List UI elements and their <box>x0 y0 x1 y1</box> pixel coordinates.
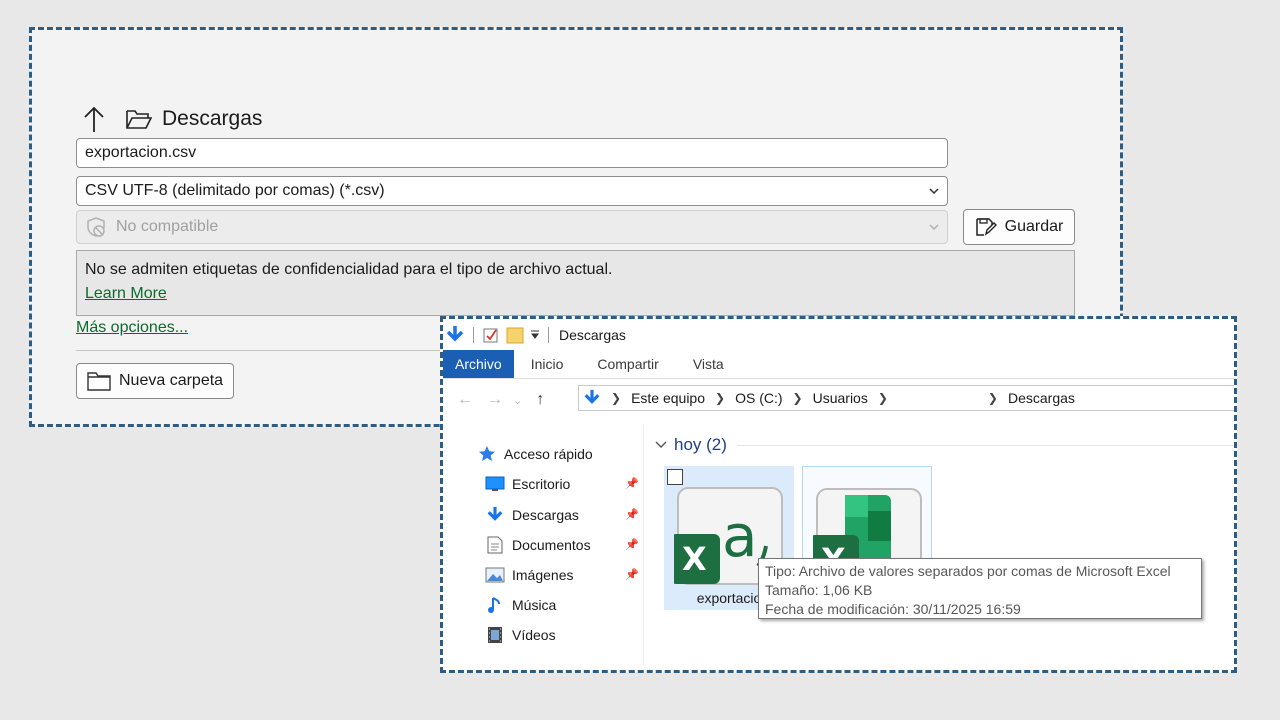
star-icon <box>477 445 497 463</box>
chevron-down-icon <box>929 188 939 194</box>
tooltip-modified: Fecha de modificación: 30/11/2025 16:59 <box>765 601 1021 617</box>
chevron-down-icon <box>929 224 939 230</box>
tooltip-size: Tamaño: 1,06 KB <box>765 582 873 598</box>
window-title: Descargas <box>559 327 626 343</box>
download-location-icon <box>584 389 600 404</box>
breadcrumb-chevron-icon: ❯ <box>715 391 726 405</box>
group-header-label: hoy (2) <box>674 435 727 454</box>
sensitivity-value: No compatible <box>116 218 219 235</box>
customize-dropdown-icon[interactable] <box>530 330 540 340</box>
back-arrow-icon[interactable]: ← <box>457 391 473 409</box>
breadcrumb-chevron-icon: ❯ <box>877 391 888 405</box>
current-folder-label: Descargas <box>162 107 263 130</box>
properties-icon[interactable] <box>482 326 500 344</box>
selection-checkbox[interactable] <box>667 469 683 485</box>
sidebar-item-label: Acceso rápido <box>504 446 593 462</box>
sidebar-item-imagenes[interactable]: Imágenes <box>485 564 573 586</box>
sensitivity-select: No compatible <box>76 210 948 244</box>
tooltip-type: Tipo: Archivo de valores separados por c… <box>765 563 1171 579</box>
svg-text:X: X <box>682 540 707 578</box>
more-options-link[interactable]: Más opciones... <box>76 319 188 337</box>
up-arrow-icon[interactable] <box>82 104 108 134</box>
pin-icon[interactable]: 📌 <box>625 568 639 581</box>
file-tooltip: Tipo: Archivo de valores separados por c… <box>758 558 1202 619</box>
sidebar-item-videos[interactable]: Vídeos <box>485 624 556 646</box>
learn-more-link[interactable]: Learn More <box>85 285 167 303</box>
forward-arrow-icon[interactable]: → <box>487 391 503 409</box>
sidebar-item-label: Descargas <box>512 507 579 523</box>
image-icon <box>485 566 505 584</box>
tab-archivo[interactable]: Archivo <box>443 350 514 378</box>
group-header[interactable]: hoy (2) <box>655 435 1234 455</box>
divider <box>76 350 476 351</box>
sidebar-item-label: Documentos <box>512 537 591 553</box>
tab-compartir[interactable]: Compartir <box>580 350 675 378</box>
new-folder-button[interactable]: Nueva carpeta <box>76 363 234 399</box>
folder-open-icon <box>126 108 153 130</box>
address-bar[interactable]: ❯ Este equipo ❯ OS (C:) ❯ Usuarios ❯ ❯ D… <box>578 385 1234 411</box>
desktop-icon <box>485 475 505 493</box>
file-content-area: hoy (2) a X exportacio X <box>647 425 1234 665</box>
navigation-pane: Acceso rápido Escritorio 📌 Descargas 📌 D… <box>443 425 644 665</box>
breadcrumb-chevron-icon: ❯ <box>792 391 803 405</box>
breadcrumb-os-c[interactable]: OS (C:) <box>735 390 782 406</box>
filename-input[interactable]: exportacion.csv <box>76 138 948 168</box>
breadcrumb-usuarios[interactable]: Usuarios <box>813 390 868 406</box>
sidebar-item-descargas[interactable]: Descargas <box>485 504 579 526</box>
sidebar-item-documentos[interactable]: Documentos <box>485 534 591 556</box>
breadcrumb-chevron-icon: ❯ <box>611 391 622 405</box>
breadcrumb-descargas[interactable]: Descargas <box>1008 390 1075 406</box>
sensitivity-info-box: No se admiten etiquetas de confidenciali… <box>76 250 1075 316</box>
breadcrumb-chevron-icon: ❯ <box>987 391 998 405</box>
ribbon-tabs: Archivo Inicio Compartir Vista <box>443 350 1234 379</box>
pin-icon[interactable]: 📌 <box>625 508 639 521</box>
sidebar-item-label: Música <box>512 597 557 613</box>
file-explorer-panel: Descargas Archivo Inicio Compartir Vista… <box>440 316 1237 673</box>
toolbar-separator <box>473 327 474 343</box>
quick-access-toolbar: Descargas <box>445 321 1234 349</box>
save-button-label: Guardar <box>1004 218 1064 235</box>
svg-text:a: a <box>722 502 758 570</box>
download-arrow-icon[interactable] <box>445 325 465 345</box>
group-divider <box>736 444 1234 446</box>
file-type-select[interactable]: CSV UTF-8 (delimitado por comas) (*.csv) <box>76 176 948 206</box>
sidebar-item-musica[interactable]: Música <box>485 594 556 616</box>
new-folder-qa-icon[interactable] <box>506 326 524 344</box>
up-arrow-icon[interactable]: ↑ <box>536 391 544 409</box>
music-icon <box>485 596 505 614</box>
save-icon <box>975 218 997 236</box>
video-icon <box>485 626 505 644</box>
file-type-value: CSV UTF-8 (delimitado por comas) (*.csv) <box>85 182 385 199</box>
tab-inicio[interactable]: Inicio <box>514 350 581 378</box>
shield-blocked-icon <box>87 217 105 237</box>
chevron-down-icon <box>655 441 667 448</box>
document-icon <box>485 536 505 554</box>
info-message: No se admiten etiquetas de confidenciali… <box>85 261 613 278</box>
sidebar-item-label: Escritorio <box>512 476 571 492</box>
filename-value: exportacion.csv <box>85 144 197 161</box>
tab-vista[interactable]: Vista <box>676 350 741 378</box>
new-folder-label: Nueva carpeta <box>119 372 224 389</box>
pin-icon[interactable]: 📌 <box>625 477 639 490</box>
address-row: ← → ⌄ ↑ ❯ Este equipo ❯ OS (C:) ❯ Usuari… <box>443 383 1234 417</box>
sidebar-item-escritorio[interactable]: Escritorio <box>485 473 570 495</box>
pin-icon[interactable]: 📌 <box>625 538 639 551</box>
sidebar-item-label: Imágenes <box>512 567 574 583</box>
sidebar-item-label: Vídeos <box>512 627 556 643</box>
breadcrumb-este-equipo[interactable]: Este equipo <box>631 390 705 406</box>
sidebar-item-acceso-rapido[interactable]: Acceso rápido <box>477 443 593 465</box>
recent-chevron-icon[interactable]: ⌄ <box>513 394 522 407</box>
folder-icon <box>87 372 111 391</box>
toolbar-separator <box>548 327 549 343</box>
save-button[interactable]: Guardar <box>963 209 1075 245</box>
location-row: Descargas <box>82 104 262 134</box>
download-icon <box>485 506 505 524</box>
